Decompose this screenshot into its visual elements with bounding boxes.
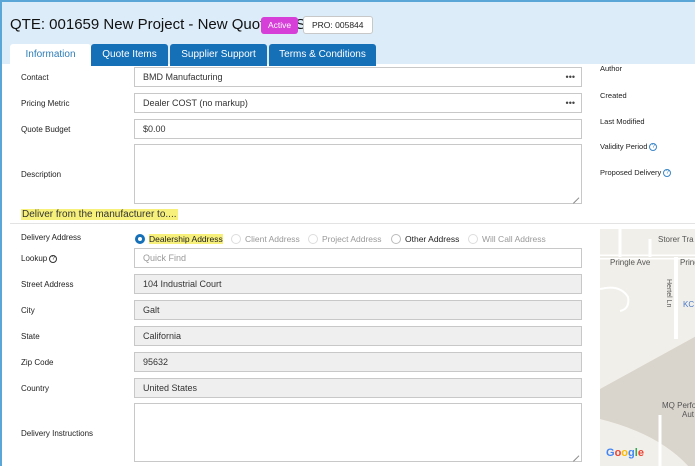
radio-label: Dealership Address — [149, 234, 223, 244]
proposed-delivery-label: Proposed Delivery? — [600, 168, 672, 177]
section-divider — [10, 223, 695, 224]
pricing-metric-value: Dealer COST (no markup) — [143, 98, 248, 108]
map-label: Pringle Ave — [610, 258, 651, 267]
validity-period-label: Validity Period? — [600, 142, 658, 151]
city-label: City — [21, 306, 35, 315]
created-label: Created — [600, 91, 627, 100]
quote-budget-label: Quote Budget — [21, 125, 71, 134]
lookup-input[interactable]: Quick Find — [134, 248, 582, 268]
lookup-label-text: Lookup — [21, 254, 48, 263]
help-icon[interactable]: ? — [49, 255, 58, 263]
delivery-address-label: Delivery Address — [21, 233, 82, 242]
zip-code-label: Zip Code — [21, 358, 54, 367]
map-label: Storer Tra — [658, 235, 694, 244]
contact-value: BMD Manufacturing — [143, 72, 223, 82]
radio-indicator — [135, 234, 145, 244]
zip-code-field[interactable]: 95632 — [134, 352, 582, 372]
radio-client-address[interactable]: Client Address — [231, 234, 300, 244]
more-options-icon[interactable]: ••• — [566, 68, 575, 86]
quote-window: QTE: 001659 New Project - New Quote TEST… — [0, 0, 695, 466]
contact-field[interactable]: BMD Manufacturing ••• — [134, 67, 582, 87]
radio-indicator — [391, 234, 401, 244]
radio-other-address[interactable]: Other Address — [391, 234, 459, 244]
more-options-icon[interactable]: ••• — [566, 94, 575, 112]
pro-badge[interactable]: PRO: 005844 — [303, 16, 373, 34]
radio-will-call-address[interactable]: Will Call Address — [468, 234, 546, 244]
radio-project-address[interactable]: Project Address — [308, 234, 382, 244]
delivery-instructions-textarea[interactable] — [134, 403, 582, 462]
delivery-instructions-label: Delivery Instructions — [21, 429, 94, 438]
delivery-map[interactable]: Storer Tra Pringle Ave Pring Hertel Ln K… — [600, 229, 695, 466]
radio-label: Will Call Address — [482, 234, 546, 244]
radio-label: Other Address — [405, 234, 460, 244]
google-logo: Google — [606, 447, 644, 459]
radio-indicator — [231, 234, 241, 244]
pricing-metric-field[interactable]: Dealer COST (no markup) ••• — [134, 93, 582, 113]
map-label: KC — [683, 300, 695, 309]
state-label: State — [21, 332, 40, 341]
validity-period-text: Validity Period — [600, 142, 648, 151]
resize-handle-icon[interactable] — [573, 454, 579, 460]
tab-quote-items[interactable]: Quote Items — [91, 44, 168, 66]
tab-information[interactable]: Information — [10, 44, 91, 66]
radio-label: Client Address — [245, 234, 300, 244]
radio-indicator — [308, 234, 318, 244]
author-label: Author — [600, 64, 623, 73]
contact-label: Contact — [21, 73, 49, 82]
quote-budget-input[interactable]: $0.00 — [134, 119, 582, 139]
proposed-delivery-text: Proposed Delivery — [600, 168, 662, 177]
status-badge: Active — [261, 17, 299, 34]
description-label: Description — [21, 170, 62, 179]
street-address-field[interactable]: 104 Industrial Court — [134, 274, 582, 294]
help-icon[interactable]: ? — [649, 143, 658, 151]
last-modified-label: Last Modified — [600, 117, 645, 126]
map-label: Aut — [682, 410, 695, 419]
country-label: Country — [21, 384, 50, 393]
radio-label: Project Address — [322, 234, 382, 244]
resize-handle-icon[interactable] — [573, 196, 579, 202]
radio-indicator — [468, 234, 478, 244]
street-address-label: Street Address — [21, 280, 74, 289]
quote-header: QTE: 001659 New Project - New Quote TEST… — [2, 2, 695, 66]
state-field[interactable]: California — [134, 326, 582, 346]
map-label: Hertel Ln — [665, 279, 672, 308]
radio-dealership-address[interactable]: Dealership Address — [135, 234, 223, 244]
tab-supplier-support[interactable]: Supplier Support — [170, 44, 267, 66]
delivery-section-title: Deliver from the manufacturer to.... — [21, 209, 178, 220]
pricing-metric-label: Pricing Metric — [21, 99, 70, 108]
help-icon[interactable]: ? — [663, 169, 672, 177]
city-field[interactable]: Galt — [134, 300, 582, 320]
tab-terms-conditions[interactable]: Terms & Conditions — [269, 44, 376, 66]
country-field[interactable]: United States — [134, 378, 582, 398]
lookup-label: Lookup? — [21, 254, 58, 263]
map-label: MQ Perfo — [662, 401, 695, 410]
map-label: Pring — [680, 258, 695, 267]
description-textarea[interactable] — [134, 144, 582, 204]
